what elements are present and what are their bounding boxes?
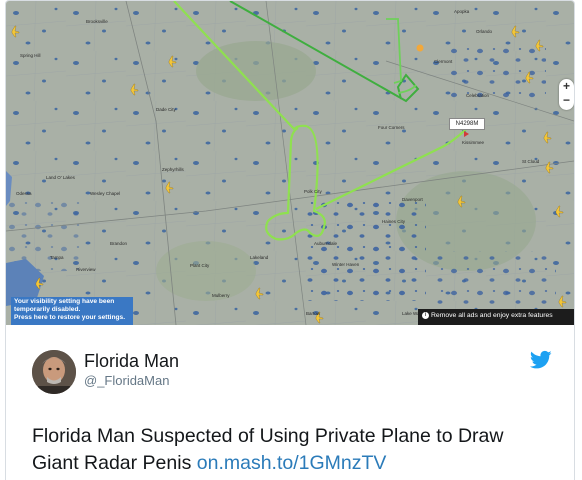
map-label: Dade City (156, 107, 177, 112)
map-label: Wesley Chapel (90, 191, 120, 196)
map-label: Zephyrhills (162, 167, 185, 172)
map-label: Brooksville (86, 19, 108, 24)
map-label: St Cloud (522, 159, 540, 164)
tweet-body: Florida Man @_FloridaMan Florida Man Sus… (6, 326, 574, 480)
author-name[interactable]: Florida Man (84, 351, 179, 372)
remove-ads-bar[interactable]: i Remove all ads and enjoy extra features (418, 309, 574, 325)
map-label: Mulberry (212, 293, 230, 298)
notice-line: Your visibility setting have been (14, 298, 115, 305)
map-label: Tampa (50, 255, 64, 260)
avatar[interactable] (32, 350, 76, 394)
flight-map-image[interactable]: Spring Hill Brooksville Dade City Zephyr… (6, 1, 574, 325)
map-label: Auburndale (314, 241, 338, 246)
tweet-text: Florida Man Suspected of Using Private P… (32, 423, 552, 477)
remove-ads-text: Remove all ads and enjoy extra features (431, 312, 553, 319)
tweet-card: Spring Hill Brooksville Dade City Zephyr… (5, 0, 575, 480)
map-label: Haines City (382, 219, 406, 224)
map-label: Spring Hill (20, 53, 41, 58)
map-label: Clermont (434, 59, 453, 64)
map-label: Brandon (110, 241, 128, 246)
map-label: Four Corners (378, 125, 405, 130)
map-label: Riverview (76, 267, 96, 272)
map-label: Bartow (306, 311, 321, 316)
zoom-in-button[interactable]: + (559, 79, 574, 93)
map-label: Polk City (304, 189, 323, 194)
map-label: Lakeland (250, 255, 269, 260)
tweet-link[interactable]: on.mash.to/1GMnzTV (197, 452, 387, 474)
map-label: Plant City (190, 263, 210, 268)
notice-line: Press here to restore your settings. (14, 314, 126, 321)
zoom-out-button[interactable]: − (559, 93, 574, 107)
map-label: Land O' Lakes (46, 175, 76, 180)
map-label: Odessa (16, 191, 32, 196)
author-handle[interactable]: @_FloridaMan (84, 373, 169, 388)
twitter-bird-icon[interactable] (529, 350, 552, 370)
map-canvas: Spring Hill Brooksville Dade City Zephyr… (6, 1, 574, 325)
map-label: Celebration (466, 93, 490, 98)
map-label: Davenport (402, 197, 424, 202)
zoom-control: + − (559, 79, 574, 110)
map-label: Orlando (476, 29, 493, 34)
map-label: Apopka (454, 9, 470, 14)
map-label: Kissimmee (462, 140, 485, 145)
avatar-image (32, 350, 76, 394)
notice-line: temporarily disabled. (14, 306, 81, 313)
flight-tag[interactable]: N4298M (449, 118, 485, 130)
visibility-notice[interactable]: Your visibility setting have been tempor… (11, 297, 133, 325)
map-label: Winter Haven (332, 262, 360, 267)
info-icon: i (422, 311, 429, 319)
